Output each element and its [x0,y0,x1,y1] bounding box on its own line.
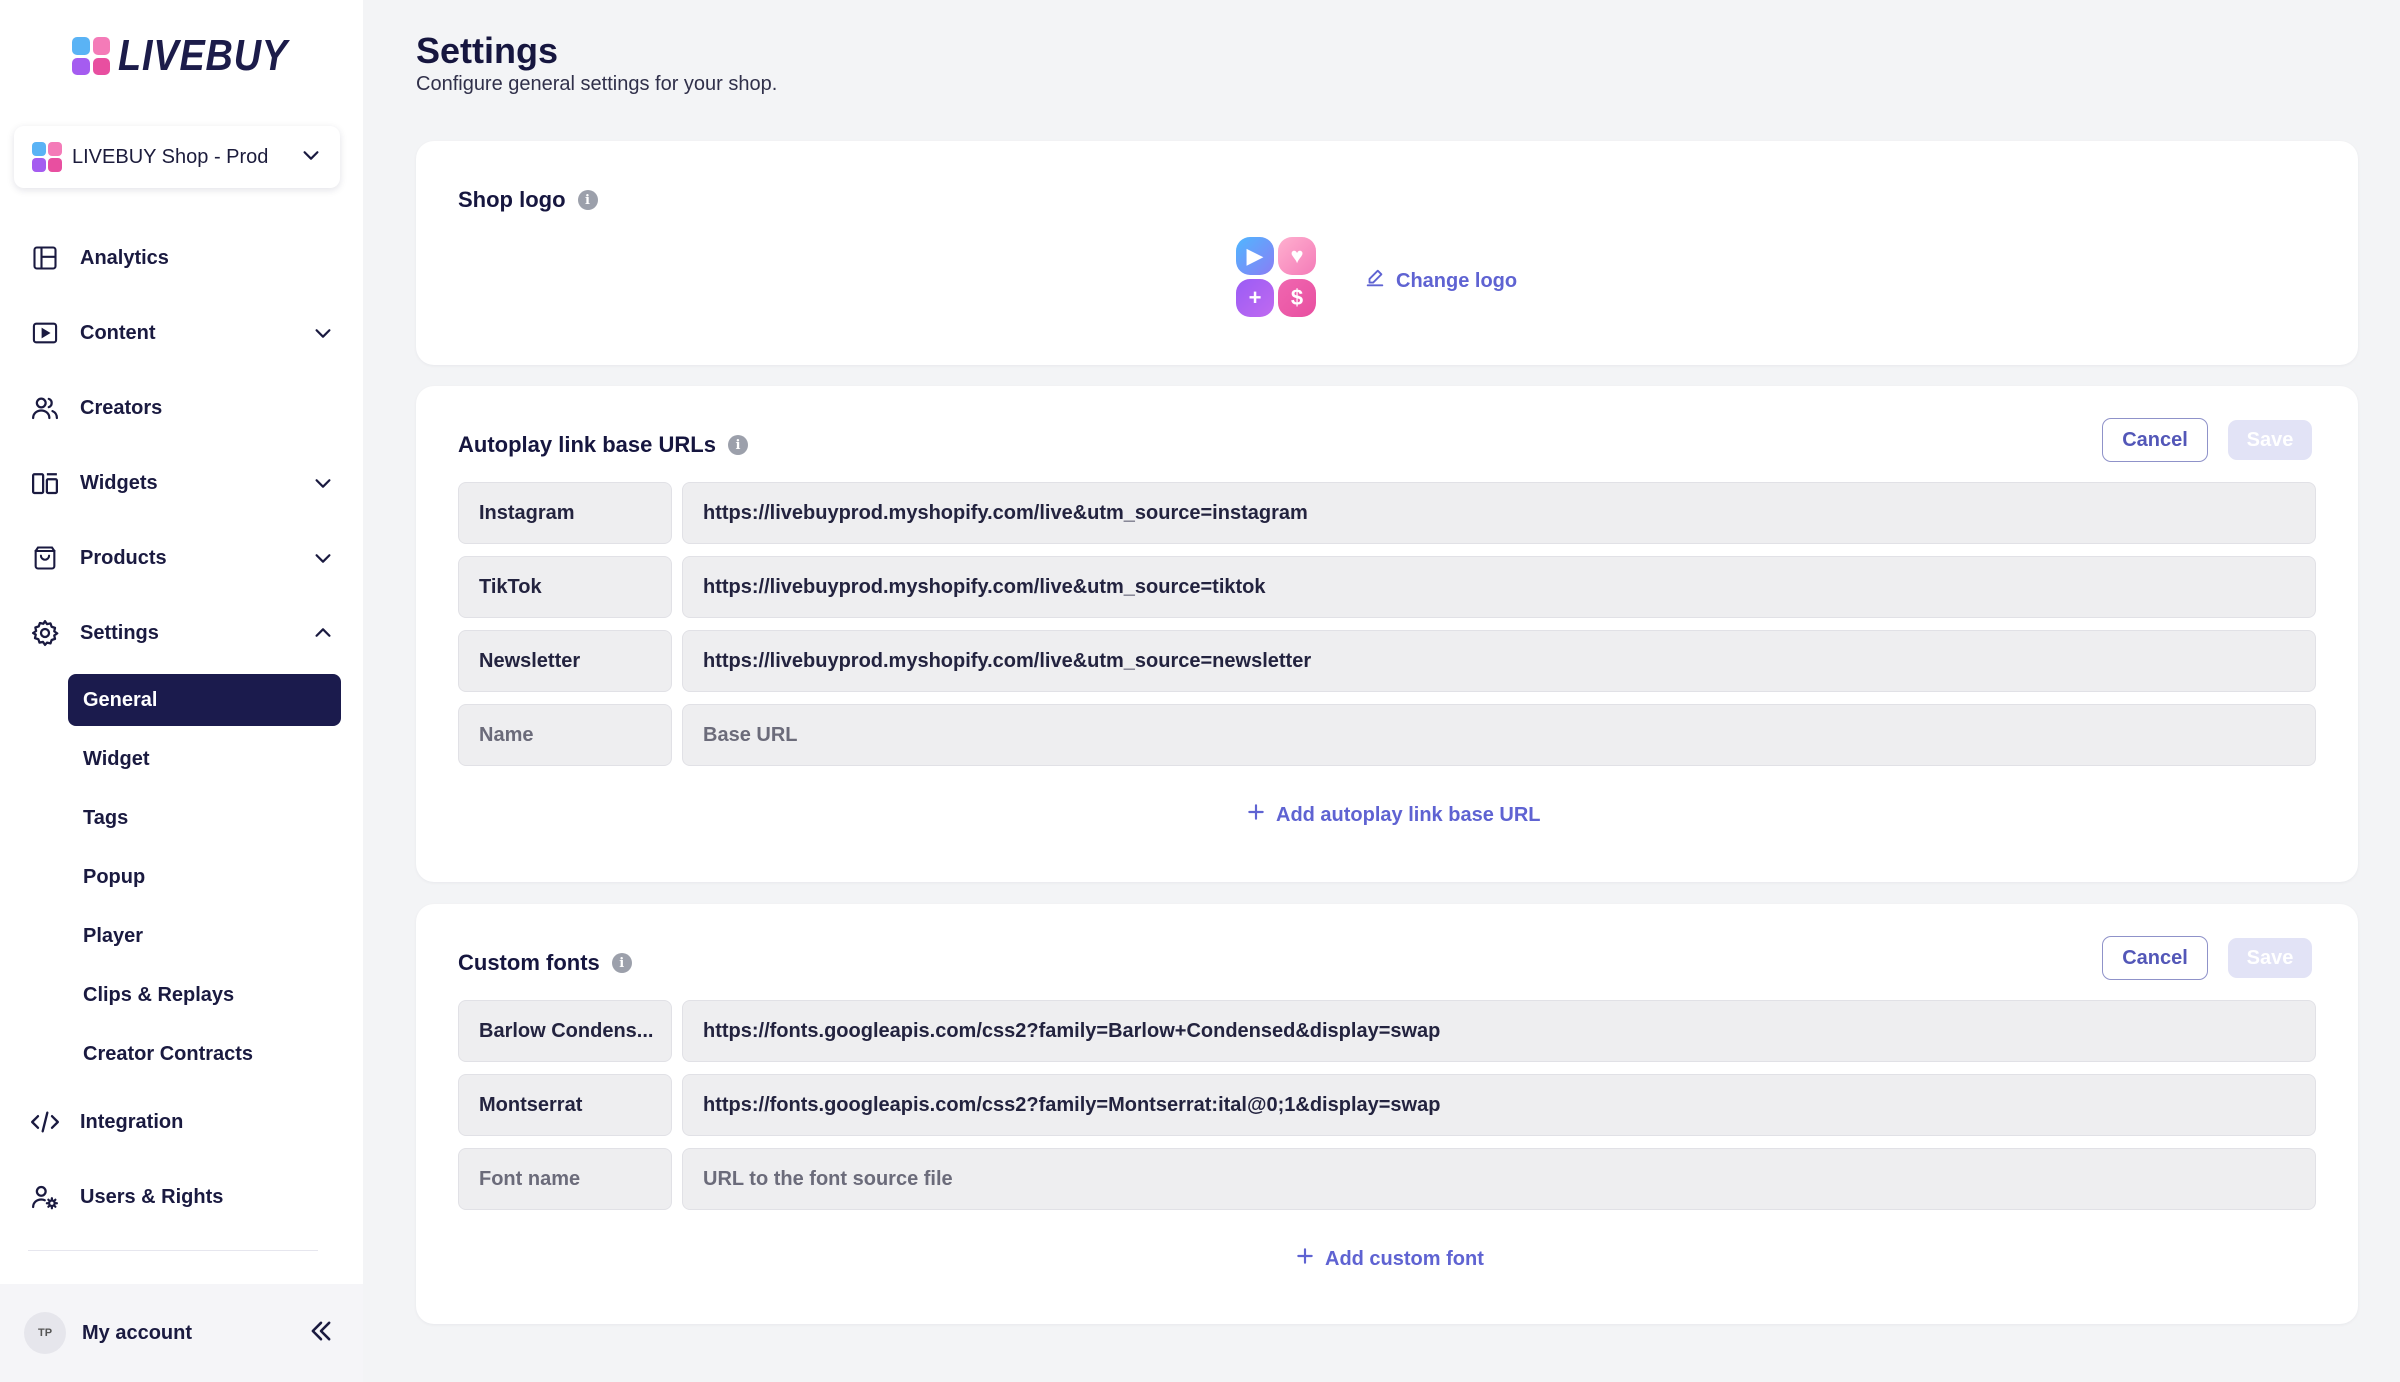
chevron-down-icon [300,144,322,171]
livebuy-logo[interactable]: LIVEBUY [72,31,316,80]
custom-fonts-title: Custom fonts [458,950,600,975]
chevron-down-icon [308,543,338,573]
nav-item-label: Analytics [80,246,169,269]
users-icon [28,391,62,425]
nav-item-label: Products [80,546,167,569]
analytics-icon [28,241,62,275]
nav-item-products[interactable]: Products [28,538,338,578]
add-custom-font-label: Add custom font [1325,1247,1484,1270]
nav-item-content[interactable]: Content [28,313,338,353]
card-title: Custom fonts i [458,950,632,976]
plus-icon: + [1236,279,1274,317]
sidebar-divider [28,1250,318,1251]
settings-sub-popup[interactable]: Popup [68,851,341,903]
nav-item-label: Creators [80,396,163,419]
info-icon[interactable]: i [577,190,598,210]
nav-item-label: Content [80,321,156,344]
chevron-up-icon [308,618,338,648]
shop-switcher[interactable]: LIVEBUY Shop - Prod [14,126,340,188]
nav-item-label: Integration [80,1110,184,1133]
plus-icon [1295,1246,1315,1272]
chevron-down-icon [308,468,338,498]
settings-sub-tags[interactable]: Tags [68,792,341,844]
shop-logo-image: ▶ ♥ + $ [1236,237,1316,317]
add-autoplay-url-button[interactable]: Add autoplay link base URL [1246,802,1540,828]
info-icon[interactable]: i [611,953,632,973]
url-value-field[interactable]: https://livebuyprod.myshopify.com/live&u… [682,482,2316,544]
chevron-down-icon [308,318,338,348]
settings-sub-creator-contracts[interactable]: Creator Contracts [68,1028,341,1080]
settings-sub-clips-replays[interactable]: Clips & Replays [68,969,341,1021]
dollar-icon: $ [1278,279,1316,317]
pencil-icon [1364,267,1386,295]
bag-icon [28,541,62,575]
nav-item-users-rights[interactable]: Users & Rights [28,1177,338,1217]
info-icon[interactable]: i [727,435,748,455]
sidebar: LIVEBUY LIVEBUY Shop - Prod Analytics Co… [0,0,363,1382]
user-cog-icon [28,1180,62,1214]
page-title: Settings [416,30,559,71]
cancel-button[interactable]: Cancel [2102,418,2208,462]
new-font-url-input[interactable]: URL to the font source file [682,1148,2316,1210]
play-icon [28,316,62,350]
nav-item-label: Widgets [80,471,158,494]
change-logo-button[interactable]: Change logo [1364,267,1517,295]
shop-logo-card: Shop logo i ▶ ♥ + $ Change logo [416,141,2358,365]
nav-item-creators[interactable]: Creators [28,388,338,428]
change-logo-label: Change logo [1396,269,1518,292]
settings-sub-player[interactable]: Player [68,910,341,962]
font-name-field[interactable]: Montserrat [458,1074,672,1136]
card-title: Autoplay link base URLs i [458,432,748,458]
nav-item-integration[interactable]: Integration [28,1102,338,1142]
play-icon: ▶ [1236,237,1274,275]
save-button[interactable]: Save [2228,938,2312,978]
settings-sub-widget[interactable]: Widget [68,733,341,785]
new-base-url-input[interactable]: Base URL [682,704,2316,766]
cancel-button[interactable]: Cancel [2102,936,2208,980]
url-name-field[interactable]: TikTok [458,556,672,618]
heart-icon: ♥ [1278,237,1316,275]
add-autoplay-url-label: Add autoplay link base URL [1276,803,1541,826]
url-value-field[interactable]: https://livebuyprod.myshopify.com/live&u… [682,556,2316,618]
settings-sub-general[interactable]: General [68,674,341,726]
save-button[interactable]: Save [2228,420,2312,460]
double-chevron-left-icon[interactable] [307,1317,335,1350]
shop-switcher-label: LIVEBUY Shop - Prod [72,145,269,168]
card-title: Shop logo i [458,187,598,213]
autoplay-title: Autoplay link base URLs [458,432,716,457]
livebuy-logo-mark [72,37,110,75]
plus-icon [1246,802,1266,828]
font-url-field[interactable]: https://fonts.googleapis.com/css2?family… [682,1074,2316,1136]
page-subtitle: Configure general settings for your shop… [416,73,778,95]
code-icon [28,1105,62,1139]
my-account-link[interactable]: My account [82,1322,307,1345]
url-name-field[interactable]: Instagram [458,482,672,544]
new-font-name-input[interactable]: Font name [458,1148,672,1210]
nav-item-widgets[interactable]: Widgets [28,463,338,503]
nav-item-settings[interactable]: Settings [28,613,338,653]
nav-item-label: Settings [80,621,159,644]
autoplay-urls-card: Autoplay link base URLs i Cancel Save In… [416,386,2358,882]
add-custom-font-button[interactable]: Add custom font [1295,1246,1484,1272]
url-name-field[interactable]: Newsletter [458,630,672,692]
new-name-input[interactable]: Name [458,704,672,766]
shop-mini-logo [32,142,62,172]
custom-fonts-card: Custom fonts i Cancel Save Barlow Conden… [416,904,2358,1324]
url-value-field[interactable]: https://livebuyprod.myshopify.com/live&u… [682,630,2316,692]
logo-wordmark: LIVEBUY [118,31,289,80]
avatar[interactable]: TP [24,1312,66,1354]
nav-item-analytics[interactable]: Analytics [28,238,338,278]
nav-item-label: Users & Rights [80,1185,224,1208]
gear-icon [28,616,62,650]
widgets-icon [28,466,62,500]
shop-logo-title: Shop logo [458,187,566,212]
account-bar: TP My account [0,1284,363,1382]
font-name-field[interactable]: Barlow Condens... [458,1000,672,1062]
font-url-field[interactable]: https://fonts.googleapis.com/css2?family… [682,1000,2316,1062]
